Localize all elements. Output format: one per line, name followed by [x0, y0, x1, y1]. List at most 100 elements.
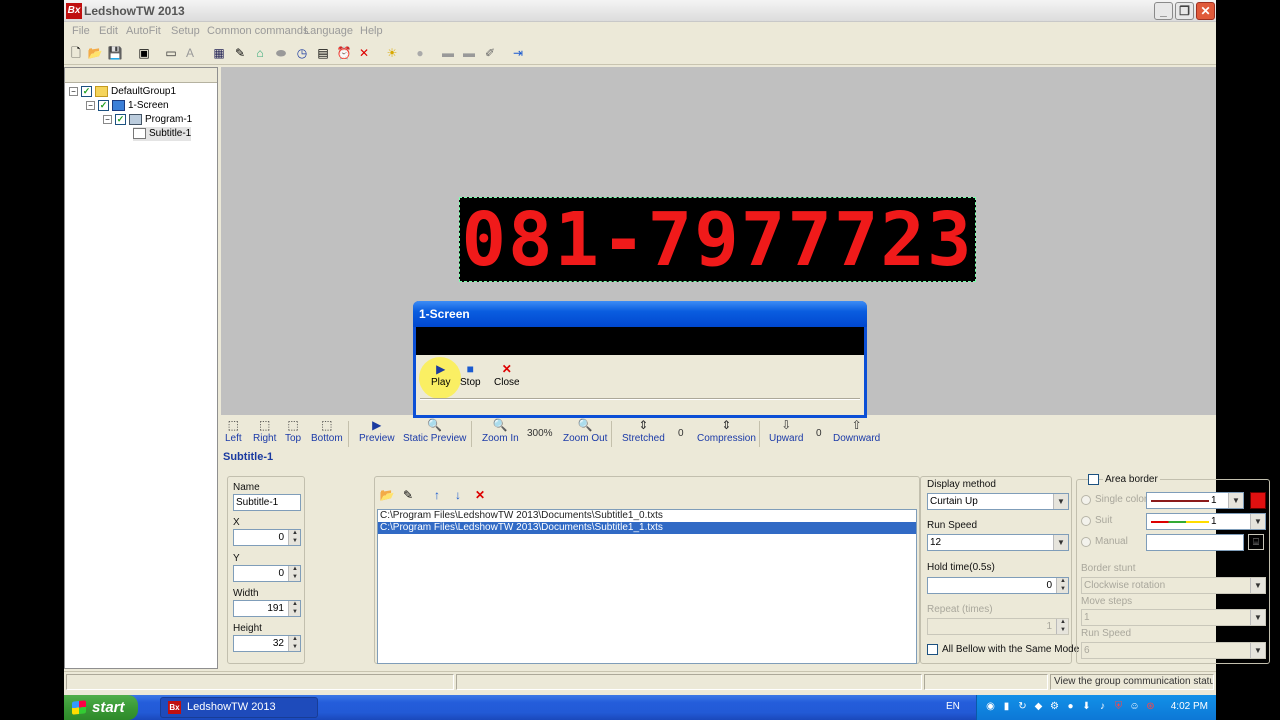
align-left-button[interactable]: ⬚ Left [225, 418, 242, 444]
static-preview-button[interactable]: 🔍 Static Preview [403, 418, 466, 444]
tree-item-group[interactable]: − ✓ DefaultGroup1 [69, 85, 176, 99]
exit-icon[interactable]: ⇥ [510, 45, 526, 61]
repeat-spinner[interactable]: ▲ ▼ [1056, 619, 1068, 634]
align-top-button[interactable]: ⬚ Top [285, 418, 301, 444]
x-input[interactable]: 0 ▲ ▼ [233, 529, 301, 546]
dialog-title[interactable]: 1-Screen [413, 301, 867, 327]
tree-item-program[interactable]: − ✓ Program-1 [103, 113, 192, 127]
height-spinner[interactable]: ▲ ▼ [288, 636, 300, 651]
menu-language[interactable]: Language [304, 25, 353, 37]
hold-time-spinner[interactable]: ▲ ▼ [1056, 578, 1068, 593]
height-input[interactable]: 32 ▲ ▼ [233, 635, 301, 652]
add-text-icon[interactable]: A [182, 45, 198, 61]
shield-icon[interactable]: ◆ [1033, 701, 1044, 713]
status-message[interactable]: View the group communication status [1050, 674, 1214, 690]
menu-edit[interactable]: Edit [99, 25, 118, 37]
brightness-icon[interactable]: ☀ [384, 45, 400, 61]
chevron-down-icon[interactable]: ▼ [1250, 578, 1265, 593]
add-program-icon[interactable]: ▣ [136, 45, 152, 61]
collapse-icon[interactable]: − [103, 114, 112, 124]
align-right-button[interactable]: ⬚ Right [253, 418, 276, 444]
clock[interactable]: 4:02 PM [1171, 701, 1208, 712]
browse-icon[interactable]: ⌸ [1248, 534, 1264, 550]
antivirus-icon[interactable]: ● [1065, 701, 1076, 713]
checkbox-icon[interactable]: ✓ [115, 113, 126, 125]
chevron-down-icon[interactable]: ▼ [1053, 494, 1068, 509]
update-icon[interactable]: ⬇ [1081, 701, 1092, 713]
width-input[interactable]: 191 ▲ ▼ [233, 600, 301, 617]
start-button[interactable]: start [64, 695, 138, 720]
list-item[interactable]: C:\Program Files\LedshowTW 2013\Document… [378, 510, 916, 522]
stretched-button[interactable]: ⇕ Stretched [622, 418, 665, 444]
list-item[interactable]: C:\Program Files\LedshowTW 2013\Document… [378, 522, 916, 534]
add-clock-icon[interactable]: ◷ [294, 45, 310, 61]
add-image-icon[interactable]: ⌂ [252, 45, 268, 61]
stop-button[interactable]: ■ Stop [460, 361, 481, 388]
new-file-icon[interactable]: 🗋 [68, 45, 84, 61]
add-table-icon[interactable]: ▦ [211, 45, 227, 61]
open-file-icon[interactable]: 📂 [379, 487, 395, 503]
language-indicator[interactable]: EN [946, 701, 960, 712]
align-bottom-button[interactable]: ⬚ Bottom [311, 418, 343, 444]
compression-button[interactable]: ⇕ Compression [697, 418, 756, 444]
chevron-down-icon[interactable]: ▼ [1250, 514, 1265, 529]
device-icon[interactable]: ▮ [1001, 701, 1012, 713]
delete-icon[interactable]: ✕ [356, 45, 372, 61]
security-alert-icon[interactable]: ⛨ [1113, 701, 1124, 713]
menu-common-commands[interactable]: Common commands [207, 25, 308, 37]
zoom-in-button[interactable]: 🔍 Zoom In [482, 418, 519, 444]
suit-radio[interactable] [1081, 516, 1091, 526]
power-icon[interactable]: ● [412, 45, 428, 61]
tree-item-subtitle[interactable]: Subtitle-1 [133, 127, 192, 141]
tree-item-screen[interactable]: − ✓ 1-Screen [86, 99, 169, 113]
remove-file-icon[interactable]: ✕ [472, 487, 488, 503]
warning-icon[interactable]: ⊛ [1145, 701, 1156, 713]
suit-select[interactable]: 1 ▼ [1146, 513, 1266, 530]
move-up-icon[interactable]: ↑ [429, 487, 445, 503]
width-spinner[interactable]: ▲ ▼ [288, 601, 300, 616]
sync-icon[interactable]: ↻ [1017, 701, 1028, 713]
title-bar[interactable]: Bx LedshowTW 2013 _ ❐ ✕ [64, 0, 1216, 22]
save-icon[interactable]: 💾 [107, 45, 123, 61]
add-animation-icon[interactable]: ⬬ [273, 45, 289, 61]
checkbox-icon[interactable]: ✓ [81, 85, 92, 97]
preview-button[interactable]: ▶ Preview [359, 418, 395, 444]
menu-autofit[interactable]: AutoFit [126, 25, 161, 37]
manual-input[interactable] [1146, 534, 1244, 551]
usb-icon[interactable]: ▬ [461, 45, 477, 61]
file-list[interactable]: C:\Program Files\LedshowTW 2013\Document… [377, 509, 917, 664]
taskbar-app-button[interactable]: Bx LedshowTW 2013 [160, 697, 318, 718]
manual-radio[interactable] [1081, 537, 1091, 547]
area-border-checkbox[interactable] [1088, 474, 1099, 485]
usb-tray-icon[interactable]: ⚙ [1049, 701, 1060, 713]
minimize-button[interactable]: _ [1154, 2, 1173, 20]
led-display-area[interactable]: 081-7977723 [459, 197, 976, 282]
chevron-down-icon[interactable]: ▼ [1228, 493, 1243, 508]
play-button[interactable]: ▶ Play [419, 357, 461, 399]
move-down-icon[interactable]: ↓ [450, 487, 466, 503]
dialog-close-button[interactable]: ✕ Close [494, 361, 520, 388]
single-color-radio[interactable] [1081, 495, 1091, 505]
add-time-icon[interactable]: ▤ [315, 45, 331, 61]
volume-icon[interactable]: ♪ [1097, 701, 1108, 713]
collapse-icon[interactable]: − [69, 86, 78, 96]
close-button[interactable]: ✕ [1196, 2, 1215, 20]
network-icon[interactable]: ◉ [985, 701, 996, 713]
messenger-icon[interactable]: ☺ [1129, 701, 1140, 713]
downward-button[interactable]: ⇧ Downward [833, 418, 880, 444]
menu-setup[interactable]: Setup [171, 25, 200, 37]
open-folder-icon[interactable]: 📂 [87, 45, 103, 61]
border-stunt-select[interactable]: Clockwise rotation ▼ [1081, 577, 1266, 594]
name-input[interactable]: Subtitle-1 [233, 494, 301, 511]
maximize-button[interactable]: ❐ [1175, 2, 1194, 20]
checkbox-icon[interactable]: ✓ [98, 99, 109, 111]
border-color-swatch[interactable] [1250, 492, 1266, 509]
send-icon[interactable]: ▬ [440, 45, 456, 61]
x-spinner[interactable]: ▲ ▼ [288, 530, 300, 545]
menu-help[interactable]: Help [360, 25, 383, 37]
chevron-down-icon[interactable]: ▼ [1250, 643, 1265, 658]
menu-file[interactable]: File [72, 25, 90, 37]
same-mode-checkbox[interactable] [927, 644, 938, 655]
move-steps-select[interactable]: 1 ▼ [1081, 609, 1266, 626]
add-subtitle-icon[interactable]: ✎ [232, 45, 248, 61]
